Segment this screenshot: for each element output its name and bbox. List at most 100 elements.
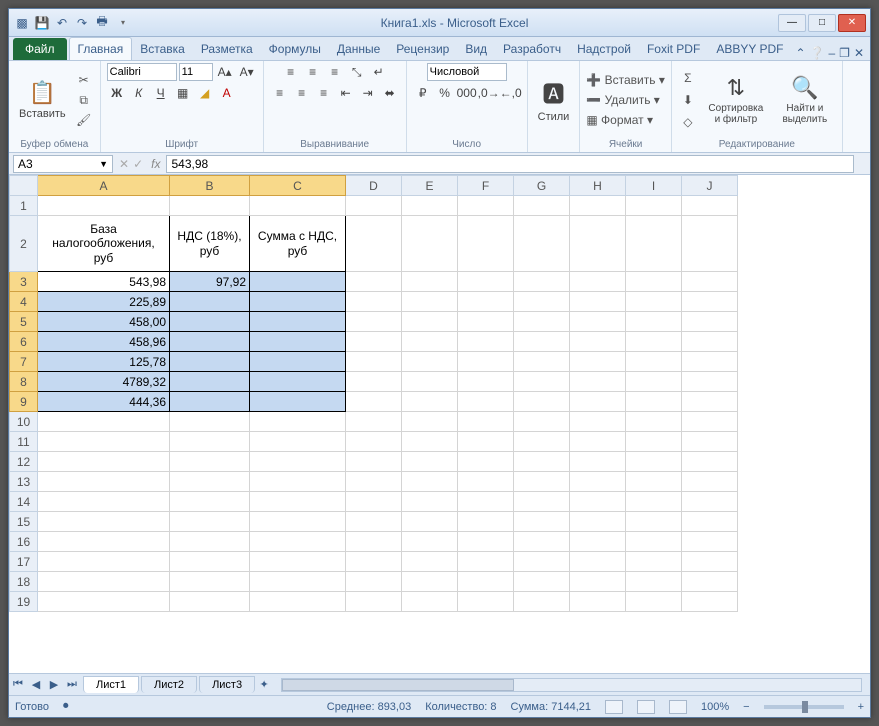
cell-A3[interactable]: 543,98 [38,272,170,292]
cell-E5[interactable] [402,312,458,332]
number-format-select[interactable] [427,63,507,81]
tab-insert[interactable]: Вставка [132,38,193,60]
cell[interactable] [402,216,458,272]
cell[interactable] [570,196,626,216]
cell-J11[interactable] [682,432,738,452]
cell-A17[interactable] [38,552,170,572]
cell-E10[interactable] [402,412,458,432]
cell-A4[interactable]: 225,89 [38,292,170,312]
cell-A15[interactable] [38,512,170,532]
cell-I14[interactable] [626,492,682,512]
cell[interactable] [170,196,250,216]
align-bottom-icon[interactable]: ≡ [325,63,345,81]
col-header-A[interactable]: A [38,176,170,196]
row-header-18[interactable]: 18 [10,572,38,592]
sheet-nav-prev-icon[interactable]: ◀ [27,676,45,694]
cell-D14[interactable] [346,492,402,512]
border-icon[interactable]: ▦ [173,84,193,102]
cell-C5[interactable] [250,312,346,332]
tab-review[interactable]: Рецензир [388,38,457,60]
row-header-5[interactable]: 5 [10,312,38,332]
cell-E18[interactable] [402,572,458,592]
cell-I6[interactable] [626,332,682,352]
format-cells-button[interactable]: ▦ Формат ▾ [586,113,665,127]
cell-C7[interactable] [250,352,346,372]
cell-B9[interactable] [170,392,250,412]
row-header-12[interactable]: 12 [10,452,38,472]
align-middle-icon[interactable]: ≡ [303,63,323,81]
cell-F17[interactable] [458,552,514,572]
cell-D6[interactable] [346,332,402,352]
cell-C10[interactable] [250,412,346,432]
sort-filter-button[interactable]: ⇅ Сортировка и фильтр [702,73,770,127]
cell-B16[interactable] [170,532,250,552]
cell-B10[interactable] [170,412,250,432]
cell-B3[interactable]: 97,92 [170,272,250,292]
cell-D4[interactable] [346,292,402,312]
cell-A8[interactable]: 4789,32 [38,372,170,392]
cell-B6[interactable] [170,332,250,352]
cell[interactable] [626,196,682,216]
cell-E9[interactable] [402,392,458,412]
format-painter-icon[interactable]: 🖌 [74,111,94,129]
qat-more-icon[interactable] [113,14,131,32]
cell-E19[interactable] [402,592,458,612]
sheet-nav-next-icon[interactable]: ▶ [45,676,63,694]
cell-J12[interactable] [682,452,738,472]
copy-icon[interactable]: ⧉ [74,91,94,109]
cell-C19[interactable] [250,592,346,612]
doc-close-icon[interactable]: ✕ [854,46,864,60]
zoom-out-icon[interactable]: − [743,701,749,713]
row-header-4[interactable]: 4 [10,292,38,312]
col-header-H[interactable]: H [570,176,626,196]
cell-B5[interactable] [170,312,250,332]
cell-D9[interactable] [346,392,402,412]
horizontal-scrollbar[interactable] [281,678,862,692]
col-header-I[interactable]: I [626,176,682,196]
cell-I4[interactable] [626,292,682,312]
cell-F8[interactable] [458,372,514,392]
cell-G17[interactable] [514,552,570,572]
cell-E15[interactable] [402,512,458,532]
cell-F7[interactable] [458,352,514,372]
row-header-14[interactable]: 14 [10,492,38,512]
sheet-tab-1[interactable]: Лист1 [83,676,139,693]
cell-J16[interactable] [682,532,738,552]
tab-addins[interactable]: Надстрой [569,38,639,60]
comma-icon[interactable]: 000 [457,84,477,102]
col-header-E[interactable]: E [402,176,458,196]
cell-H7[interactable] [570,352,626,372]
cell-D17[interactable] [346,552,402,572]
row-header-19[interactable]: 19 [10,592,38,612]
cell-F15[interactable] [458,512,514,532]
cell-C6[interactable] [250,332,346,352]
cell-B4[interactable] [170,292,250,312]
col-header-G[interactable]: G [514,176,570,196]
undo-icon[interactable]: ↶ [53,14,71,32]
cell-C3[interactable] [250,272,346,292]
tab-layout[interactable]: Разметка [193,38,261,60]
cell-D12[interactable] [346,452,402,472]
cell-D18[interactable] [346,572,402,592]
cell-G13[interactable] [514,472,570,492]
cell-C18[interactable] [250,572,346,592]
cell-C8[interactable] [250,372,346,392]
zoom-slider[interactable] [764,705,844,709]
row-header-2[interactable]: 2 [10,216,38,272]
merge-icon[interactable]: ⬌ [380,84,400,102]
close-button[interactable]: ✕ [838,14,866,32]
cell-J10[interactable] [682,412,738,432]
cell-B12[interactable] [170,452,250,472]
wrap-text-icon[interactable]: ↵ [369,63,389,81]
cell-F10[interactable] [458,412,514,432]
cell-A5[interactable]: 458,00 [38,312,170,332]
view-normal-icon[interactable] [605,700,623,714]
cell-E13[interactable] [402,472,458,492]
cell-J18[interactable] [682,572,738,592]
tab-foxit[interactable]: Foxit PDF [639,38,708,60]
maximize-button[interactable]: □ [808,14,836,32]
cell-G7[interactable] [514,352,570,372]
cell-I13[interactable] [626,472,682,492]
cell-A13[interactable] [38,472,170,492]
formula-bar[interactable]: 543,98 [166,155,854,173]
